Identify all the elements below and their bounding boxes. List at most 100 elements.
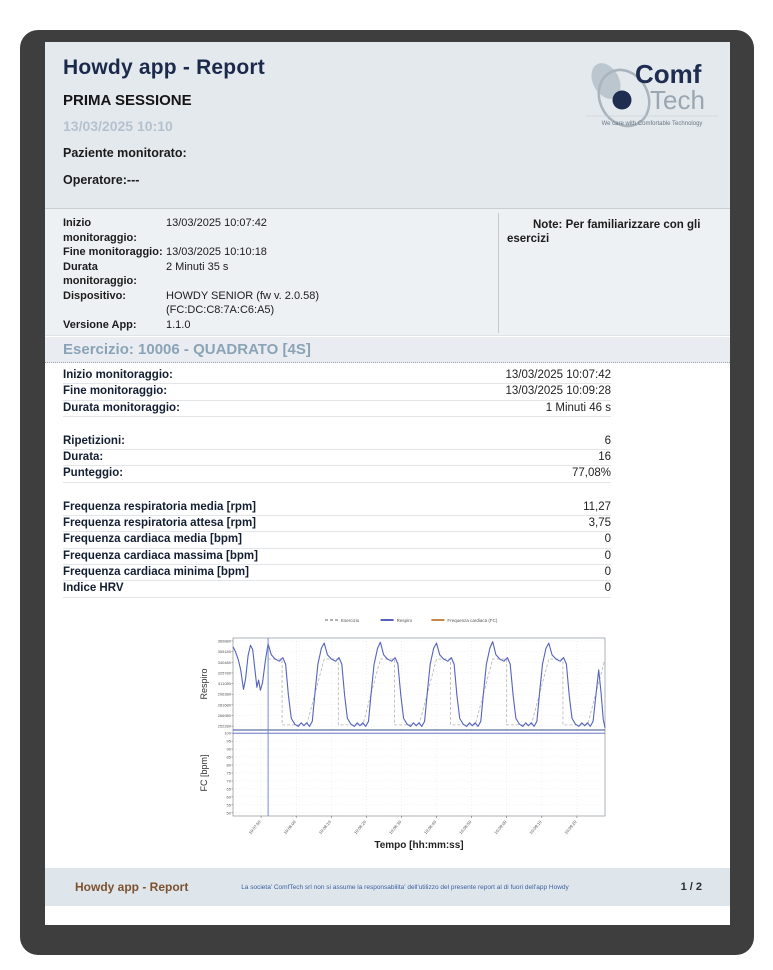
info-value: 13/03/2025 10:07:42 <box>166 216 381 245</box>
row-label: Indice HRV <box>63 581 124 596</box>
row-label: Fine monitoraggio: <box>63 384 167 399</box>
table-row: Ripetizioni: 6 <box>63 434 611 450</box>
row-value: 13/03/2025 10:07:42 <box>505 368 611 383</box>
y-tick-label: 252280 <box>218 724 232 729</box>
row-label: Frequenza cardiaca media [bpm] <box>63 532 242 547</box>
exercise-heading: Esercizio: 10006 - QUADRATO [4S] <box>45 337 730 363</box>
y-tick-label: 75 <box>227 771 232 776</box>
row-value: 0 <box>605 532 611 547</box>
info-label: Versione App: <box>63 318 166 333</box>
operator-label: Operatore:--- <box>63 173 139 187</box>
y-axis-label: Respiro <box>199 668 209 699</box>
chart-svg: EsercizioRespiroFrequenza cardiaca (FC)3… <box>195 608 615 863</box>
row-value: 16 <box>598 450 611 465</box>
info-value: 13/03/2025 10:10:18 <box>166 245 381 260</box>
session-info-row: Versione App:1.1.0 <box>63 318 483 333</box>
y-tick-label: 281680 <box>218 702 232 707</box>
row-label: Ripetizioni: <box>63 434 125 449</box>
x-tick-label: 10:09:00 <box>493 819 508 835</box>
session-note: Note: Per familiarizzare con gli eserciz… <box>507 218 719 246</box>
y-tick-label: 355180 <box>218 649 232 654</box>
session-info-row: Durata monitoraggio:2 Minuti 35 s <box>63 260 483 289</box>
row-value: 0 <box>605 581 611 596</box>
info-value: HOWDY SENIOR (fw v. 2.0.58) (FC:DC:C8:7A… <box>166 289 381 318</box>
y-tick-label: 50 <box>227 810 232 815</box>
x-tick-label: 10:08:00 <box>283 819 298 835</box>
y-tick-label: 95 <box>227 739 232 744</box>
session-info-rows: Inizio monitoraggio:13/03/2025 10:07:42F… <box>63 216 483 332</box>
table-row: Inizio monitoraggio: 13/03/2025 10:07:42 <box>63 368 611 384</box>
x-tick-label: 10:09:10 <box>528 819 543 835</box>
y-tick-label: 369880 <box>218 638 232 643</box>
y-tick-label: 80 <box>227 763 232 768</box>
row-value: 13/03/2025 10:09:28 <box>505 384 611 399</box>
row-value: 0 <box>605 565 611 580</box>
y-tick-label: 60 <box>227 794 232 799</box>
table-row: Fine monitoraggio: 13/03/2025 10:09:28 <box>63 384 611 400</box>
table-row: Durata monitoraggio: 1 Minuti 46 s <box>63 401 611 417</box>
logo-tagline: We care with Comfortable Technology <box>602 121 703 127</box>
series-respiro <box>233 642 605 728</box>
x-tick-label: 10:07:50 <box>248 819 263 835</box>
row-label: Durata: <box>63 450 103 465</box>
row-label: Punteggio: <box>63 466 123 481</box>
info-label: Durata monitoraggio: <box>63 260 166 289</box>
row-label: Frequenza respiratoria media [rpm] <box>63 500 256 515</box>
row-value: 3,75 <box>589 516 611 531</box>
session-info-row: Dispositivo:HOWDY SENIOR (fw v. 2.0.58) … <box>63 289 483 318</box>
legend-label: Respiro <box>397 618 413 623</box>
respiration-chart: EsercizioRespiroFrequenza cardiaca (FC)3… <box>195 608 615 863</box>
y-tick-label: 266980 <box>218 713 232 718</box>
comftech-logo: Comf Tech We care with Comfortable Techn… <box>582 54 722 134</box>
session-info-row: Inizio monitoraggio:13/03/2025 10:07:42 <box>63 216 483 245</box>
report-datetime: 13/03/2025 10:10 <box>63 118 173 134</box>
y-tick-label: 65 <box>227 786 232 791</box>
table-row: Frequenza cardiaca media [bpm] 0 <box>63 532 611 548</box>
page-title: Howdy app - Report <box>63 56 265 80</box>
session-info-row: Fine monitoraggio:13/03/2025 10:10:18 <box>63 245 483 260</box>
patient-label: Paziente monitorato: <box>63 146 187 160</box>
row-value: 1 Minuti 46 s <box>546 401 611 416</box>
x-tick-label: 10:08:40 <box>423 819 438 835</box>
x-tick-label: 10:08:10 <box>318 819 333 835</box>
info-value: 1.1.0 <box>166 318 381 333</box>
table-row: Frequenza cardiaca minima [bpm] 0 <box>63 565 611 581</box>
row-label: Frequenza cardiaca minima [bpm] <box>63 565 249 580</box>
row-value: 11,27 <box>583 500 611 515</box>
logo-dot <box>613 91 632 110</box>
report-header: Howdy app - Report PRIMA SESSIONE 13/03/… <box>45 42 730 208</box>
x-tick-label: 10:08:30 <box>388 819 403 835</box>
x-tick-label: 10:08:50 <box>458 819 473 835</box>
y-tick-label: 296380 <box>218 692 232 697</box>
y-tick-label: 90 <box>227 747 232 752</box>
table-row: Frequenza respiratoria attesa [rpm] 3,75 <box>63 516 611 532</box>
y-tick-label: 311080 <box>218 681 232 686</box>
table-row: Frequenza respiratoria media [rpm] 11,27 <box>63 500 611 516</box>
row-value: 77,08% <box>572 466 611 481</box>
row-label: Durata monitoraggio: <box>63 401 180 416</box>
detail-group: Frequenza respiratoria media [rpm]11,27F… <box>63 500 611 598</box>
x-tick-label: 10:08:20 <box>353 819 368 835</box>
y-tick-label: 55 <box>227 802 232 807</box>
table-row: Punteggio: 77,08% <box>63 466 611 482</box>
x-axis-label: Tempo [hh:mm:ss] <box>374 840 463 851</box>
info-label: Dispositivo: <box>63 289 166 318</box>
logo-text-tech: Tech <box>650 85 705 115</box>
table-row: Indice HRV 0 <box>63 581 611 597</box>
row-value: 6 <box>605 434 611 449</box>
y-tick-label: 100 <box>224 731 231 736</box>
y-axis-label: FC [bpm] <box>199 754 209 791</box>
row-label: Inizio monitoraggio: <box>63 368 173 383</box>
info-label: Inizio monitoraggio: <box>63 216 166 245</box>
page-number: 1 / 2 <box>681 881 702 893</box>
x-tick-label: 10:09:20 <box>563 819 578 835</box>
footer-title: Howdy app - Report <box>75 880 188 894</box>
detail-group: Ripetizioni: 6 Durata: 16 Punteggio: 77,08% <box>63 434 611 483</box>
report-footer: Howdy app - Report La societa' ComfTech … <box>45 868 730 906</box>
detail-group: Inizio monitoraggio:13/03/2025 10:07:42F… <box>63 368 611 417</box>
info-column-divider <box>498 213 499 333</box>
table-row: Durata: 16 <box>63 450 611 466</box>
y-tick-label: 70 <box>227 778 232 783</box>
row-label: Frequenza respiratoria attesa [rpm] <box>63 516 256 531</box>
footer-disclaimer: La societa' ComfTech srl non si assume l… <box>210 884 600 891</box>
